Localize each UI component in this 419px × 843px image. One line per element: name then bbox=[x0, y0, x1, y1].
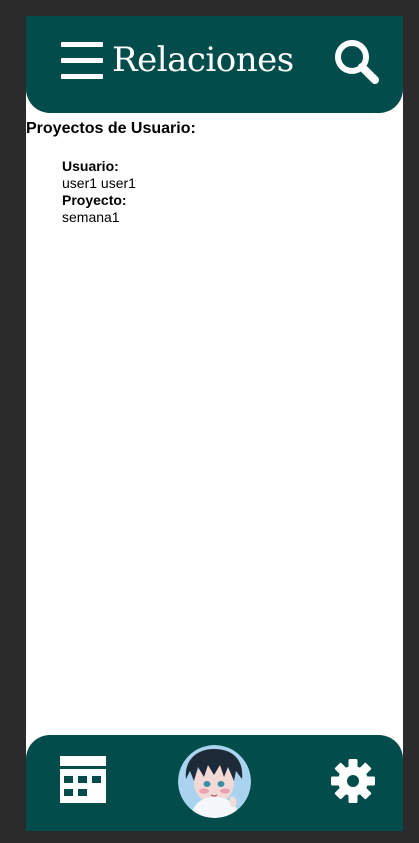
gear-icon[interactable] bbox=[330, 758, 376, 804]
calendar-icon[interactable] bbox=[60, 756, 106, 803]
section-title: Proyectos de Usuario: bbox=[26, 120, 196, 137]
user-label: Usuario: bbox=[62, 158, 119, 174]
page-title: Relaciones bbox=[112, 40, 294, 80]
hamburger-menu-icon[interactable] bbox=[61, 42, 103, 80]
user-avatar[interactable] bbox=[178, 745, 251, 818]
user-value: user1 user1 bbox=[62, 175, 136, 191]
project-value: semana1 bbox=[62, 209, 120, 225]
user-project-record: Usuario: user1 user1 Proyecto: semana1 bbox=[62, 158, 403, 226]
app-header: Relaciones bbox=[26, 16, 403, 113]
app-screen: Relaciones Proyectos de Usuario: Usuario… bbox=[26, 16, 403, 831]
project-label: Proyecto: bbox=[62, 192, 127, 208]
bottom-nav bbox=[26, 735, 403, 831]
main-content: Proyectos de Usuario: Usuario: user1 use… bbox=[26, 119, 403, 226]
search-icon[interactable] bbox=[332, 37, 380, 85]
